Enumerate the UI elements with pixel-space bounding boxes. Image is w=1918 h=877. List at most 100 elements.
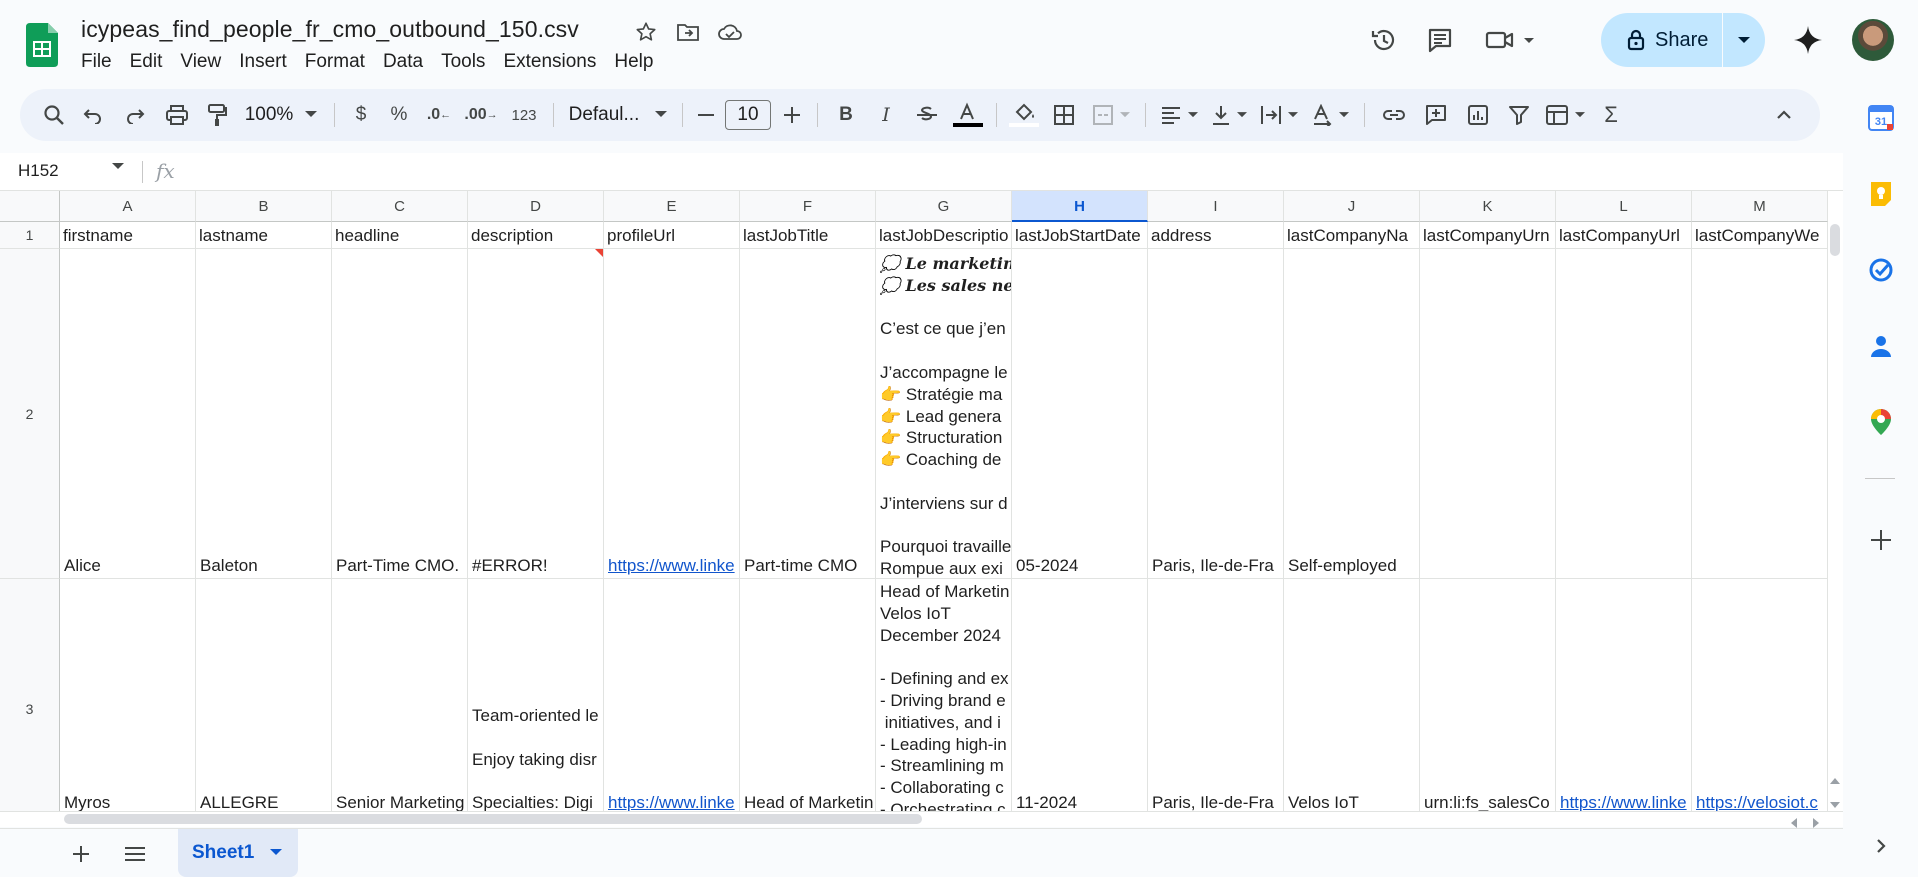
cell-e2[interactable]: https://www.linke (604, 249, 740, 579)
print-icon[interactable] (156, 97, 198, 133)
search-menus-icon[interactable] (36, 97, 72, 133)
cell-h1[interactable]: lastJobStartDate (1012, 222, 1148, 249)
cell-l1[interactable]: lastCompanyUrl (1556, 222, 1692, 249)
cell-i1[interactable]: address (1148, 222, 1284, 249)
row-header-2[interactable]: 2 (0, 249, 60, 579)
spreadsheet-grid[interactable]: A B C D E F G H I J K L M 1 2 3 firstnam… (0, 191, 1843, 811)
cell-g2[interactable]: 💭 Le marketin 💭 Les sales ne C’est ce qu… (876, 249, 1012, 579)
cell-f1[interactable]: lastJobTitle (740, 222, 876, 249)
sheets-logo-icon[interactable] (26, 23, 58, 67)
chevron-down-icon[interactable] (270, 849, 283, 857)
filter-views-icon[interactable] (1539, 97, 1591, 133)
decrease-font-size-icon[interactable] (691, 97, 721, 133)
cell-k1[interactable]: lastCompanyUrn (1420, 222, 1556, 249)
column-header-j[interactable]: J (1284, 191, 1420, 222)
menu-help[interactable]: Help (605, 50, 662, 74)
collapse-toolbar-icon[interactable] (1764, 97, 1804, 133)
cell-g3[interactable]: Head of Marketin Velos IoT December 2024… (876, 579, 1012, 811)
add-addon-icon[interactable] (1867, 526, 1895, 554)
paint-format-icon[interactable] (198, 97, 236, 133)
meet-video-icon[interactable] (1482, 22, 1542, 58)
cell-m2[interactable] (1692, 249, 1828, 579)
cell-c2[interactable]: Part-Time CMO. (332, 249, 468, 579)
fill-color-icon[interactable] (1005, 97, 1043, 133)
column-header-l[interactable]: L (1556, 191, 1692, 222)
move-folder-icon[interactable] (674, 18, 702, 46)
insert-chart-icon[interactable] (1457, 97, 1499, 133)
decrease-decimal-button[interactable]: .0 ← (419, 97, 459, 133)
vertical-align-icon[interactable] (1204, 97, 1254, 133)
insert-link-icon[interactable] (1373, 97, 1415, 133)
filter-icon[interactable] (1499, 97, 1539, 133)
name-box[interactable]: H152 (18, 161, 59, 181)
share-dropdown-icon[interactable] (1723, 35, 1765, 45)
column-header-i[interactable]: I (1148, 191, 1284, 222)
star-icon[interactable] (632, 18, 660, 46)
cell-i2[interactable]: Paris, Ile-de-Fra (1148, 249, 1284, 579)
profile-link[interactable]: https://www.linke (608, 556, 735, 576)
maps-icon[interactable] (1867, 408, 1895, 436)
calendar-icon[interactable]: 31 (1867, 104, 1895, 132)
horizontal-scroll-thumb[interactable] (64, 814, 922, 824)
menu-extensions[interactable]: Extensions (494, 50, 605, 74)
cell-b1[interactable]: lastname (196, 222, 332, 249)
cell-j3[interactable]: Velos IoT (1284, 579, 1420, 811)
horizontal-align-icon[interactable] (1154, 97, 1204, 133)
bold-button[interactable]: B (826, 97, 866, 133)
cell-i3[interactable]: Paris, Ile-de-Fra (1148, 579, 1284, 811)
scroll-up-icon[interactable] (1830, 772, 1840, 790)
text-wrapping-icon[interactable] (1254, 97, 1304, 133)
row-header-1[interactable]: 1 (0, 222, 60, 249)
cell-l2[interactable] (1556, 249, 1692, 579)
cell-k3[interactable]: urn:li:fs_salesCo (1420, 579, 1556, 811)
vertical-scroll-thumb[interactable] (1830, 224, 1840, 256)
borders-icon[interactable] (1043, 97, 1085, 133)
cell-f3[interactable]: Head of Marketin (740, 579, 876, 811)
row-header-3[interactable]: 3 (0, 579, 60, 811)
currency-format-button[interactable]: $ (343, 97, 379, 133)
increase-font-size-icon[interactable] (775, 97, 809, 133)
column-header-e[interactable]: E (604, 191, 740, 222)
cell-a1[interactable]: firstname (60, 222, 196, 249)
strikethrough-icon[interactable] (906, 97, 948, 133)
cell-j1[interactable]: lastCompanyNa (1284, 222, 1420, 249)
column-header-c[interactable]: C (332, 191, 468, 222)
website-link[interactable]: https://velosiot.c (1696, 793, 1818, 811)
font-size-input[interactable]: 10 (725, 100, 771, 130)
cell-d1[interactable]: description (468, 222, 604, 249)
font-select[interactable]: Defaul... (562, 97, 674, 133)
menu-view[interactable]: View (171, 50, 230, 74)
menu-format[interactable]: Format (296, 50, 374, 74)
percent-format-button[interactable]: % (379, 97, 419, 133)
version-history-icon[interactable] (1366, 22, 1402, 58)
cell-k2[interactable] (1420, 249, 1556, 579)
profile-link[interactable]: https://www.linke (608, 793, 735, 811)
cell-j2[interactable]: Self-employed (1284, 249, 1420, 579)
cell-b3[interactable]: ALLEGRE (196, 579, 332, 811)
cloud-saved-icon[interactable] (716, 18, 744, 46)
column-header-b[interactable]: B (196, 191, 332, 222)
cell-e1[interactable]: profileUrl (604, 222, 740, 249)
select-all-corner[interactable] (0, 191, 60, 222)
increase-decimal-button[interactable]: .00 → (459, 97, 503, 133)
cell-d3[interactable]: Team-oriented le Enjoy taking disr Speci… (468, 579, 604, 811)
menu-insert[interactable]: Insert (230, 50, 296, 74)
menu-file[interactable]: File (72, 50, 121, 74)
cell-a3[interactable]: Myros (60, 579, 196, 811)
menu-tools[interactable]: Tools (432, 50, 494, 74)
column-header-f[interactable]: F (740, 191, 876, 222)
show-side-panel-icon[interactable] (1867, 832, 1895, 860)
cell-c1[interactable]: headline (332, 222, 468, 249)
column-header-k[interactable]: K (1420, 191, 1556, 222)
column-header-d[interactable]: D (468, 191, 604, 222)
account-avatar[interactable] (1852, 19, 1894, 61)
redo-icon[interactable] (114, 97, 156, 133)
cell-l3[interactable]: https://www.linke (1556, 579, 1692, 811)
cell-f2[interactable]: Part-time CMO (740, 249, 876, 579)
all-sheets-menu-icon[interactable] (122, 841, 148, 867)
cell-m1[interactable]: lastCompanyWe (1692, 222, 1828, 249)
menu-data[interactable]: Data (374, 50, 432, 74)
add-sheet-icon[interactable] (68, 841, 94, 867)
number-format-button[interactable]: 123 (503, 97, 545, 133)
sheet-tab-sheet1[interactable]: Sheet1 (178, 829, 298, 877)
